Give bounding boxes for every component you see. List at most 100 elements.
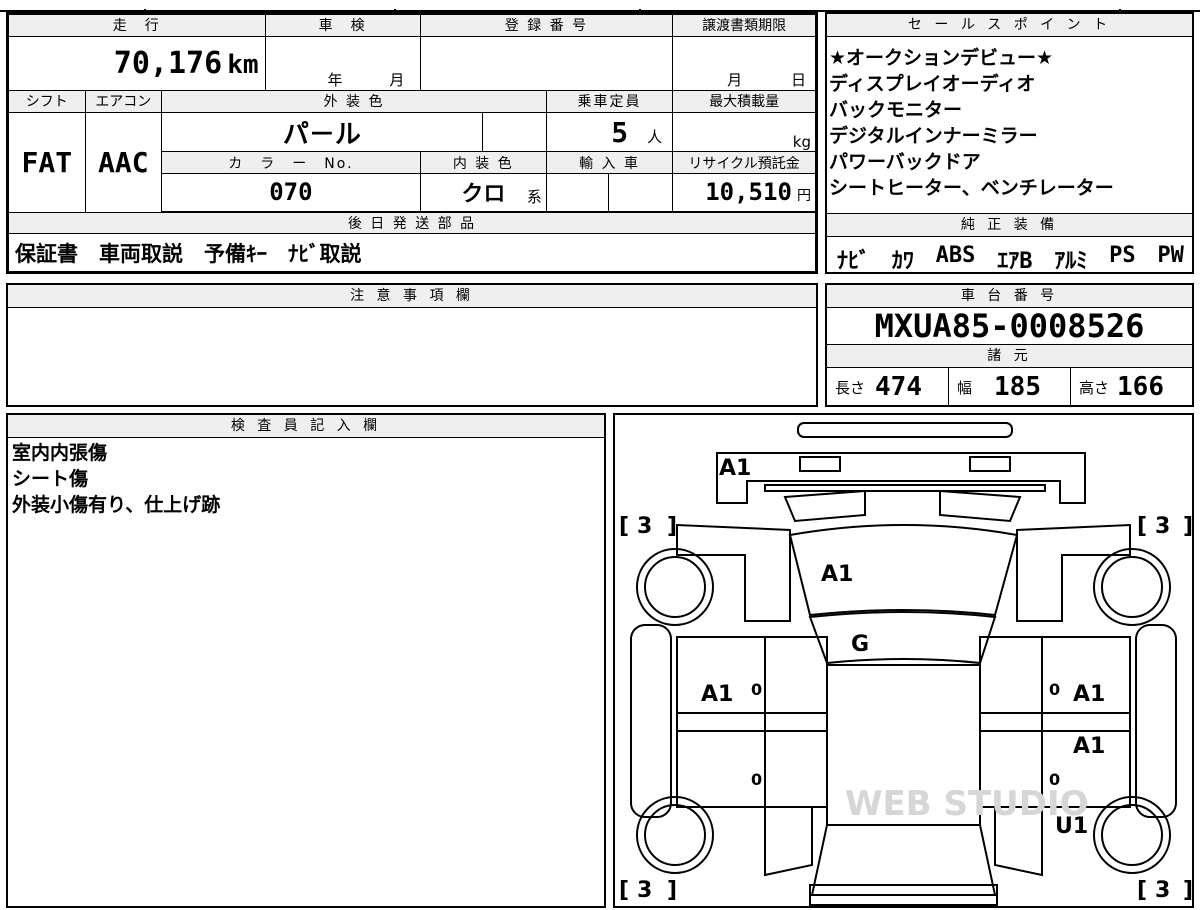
import-cell-b	[607, 173, 674, 212]
equipment-item: ﾅﾋﾞ	[837, 249, 871, 274]
aircon-cell: AAC	[84, 111, 163, 213]
inspector-note-line: 外装小傷有り、仕上げ跡	[12, 494, 221, 516]
mark-right-rear-door: A1	[1073, 734, 1105, 759]
tire-tread-rr: 3	[1155, 878, 1170, 903]
registration-header: 登 録 番 号	[419, 14, 674, 37]
interior-color-cell: クロ 系	[419, 173, 547, 212]
spec-height: 高さ 166	[1071, 368, 1192, 406]
tire-tread-fl: 3	[637, 514, 652, 539]
shift-cell: FAT	[8, 111, 86, 213]
spec-length-label: 長さ	[835, 378, 866, 397]
sales-point-item: ディスプレイオーディオ	[829, 73, 1036, 95]
chassis-panel: 車 台 番 号 MXUA85-0008526 諸 元 長さ 474 幅 185 …	[825, 283, 1194, 407]
specs-header: 諸 元	[827, 345, 1192, 368]
genuine-equipment-list: ﾅﾋﾞ ｶﾜ ABS ｴｱB ｱﾙﾐ PS PW	[827, 237, 1192, 275]
specs-row: 長さ 474 幅 185 高さ 166	[827, 368, 1192, 406]
tire-bracket-fr: [	[1137, 514, 1147, 539]
aircon-value: AAC	[98, 145, 149, 179]
mark-front-bumper: A1	[719, 456, 751, 481]
genuine-equipment-header: 純 正 装 備	[827, 213, 1192, 237]
tire-bracket-rl-close: ]	[667, 878, 677, 903]
mark-hood: A1	[821, 562, 853, 587]
car-diagram-panel: [ 3 ] [ 3 ] [ 3 ] [ 3 ] A1 A1 G A1 A1 A1…	[613, 413, 1194, 908]
sales-points-panel: セ ー ル ス ポ イ ン ト ★オークションデビュー★ ディスプレイオーディオバ…	[825, 12, 1194, 274]
exterior-color-extra-cell	[481, 111, 547, 153]
transfer-cell: 月 日	[672, 35, 816, 91]
mark-windshield: G	[851, 632, 869, 657]
chassis-number-header: 車 台 番 号	[827, 285, 1192, 308]
sales-point-item: シートヒーター、ベンチレーター	[829, 177, 1114, 199]
tire-tread-rl: 3	[637, 878, 652, 903]
spec-height-value: 166	[1117, 372, 1164, 402]
capacity-value: 5	[611, 115, 629, 149]
tire-bracket-rl: [	[619, 878, 629, 903]
aircon-header: エアコン	[84, 89, 163, 113]
top-strip	[0, 0, 1200, 15]
interior-color-suffix: 系	[526, 187, 542, 206]
tire-bracket-rr-close: ]	[1183, 878, 1192, 903]
transfer-month-label: 月	[727, 70, 743, 89]
mileage-header: 走 行	[8, 14, 266, 37]
sales-point-item: デジタルインナーミラー	[829, 125, 1038, 147]
interior-color-value: クロ	[461, 182, 506, 208]
equipment-item: ｱﾙﾐ	[1054, 249, 1088, 274]
notes-panel: 注 意 事 項 欄	[6, 283, 818, 407]
chassis-number-value: MXUA85-0008526	[827, 308, 1192, 345]
spec-width-value: 185	[994, 372, 1041, 402]
shift-header: シフト	[8, 89, 86, 113]
later-parts-header: 後 日 発 送 部 品	[8, 211, 816, 235]
equipment-item: ｶﾜ	[891, 249, 914, 274]
capacity-header: 乗車定員	[545, 89, 674, 113]
car-diagram: [ 3 ] [ 3 ] [ 3 ] [ 3 ] A1 A1 G A1 A1 A1…	[619, 422, 1193, 906]
equipment-item: PS	[1109, 243, 1136, 268]
later-parts-value: 保証書 車両取説 予備ｷｰ ﾅﾋﾞ取説	[15, 241, 362, 266]
recycle-header: リサイクル預託金	[672, 151, 816, 175]
recycle-value: 10,510	[705, 178, 792, 207]
recycle-unit: 円	[797, 188, 811, 205]
tire-bracket-fl: [	[619, 514, 629, 539]
shaken-header: 車 検	[264, 14, 421, 37]
mileage-value: 70,176	[113, 45, 223, 81]
transfer-deadline-header: 譲渡書類期限	[672, 14, 816, 37]
tire-bracket-fl-close: ]	[667, 514, 677, 539]
info-grid: 走 行 車 検 登 録 番 号 譲渡書類期限 70,176 km 年 月 月 日…	[8, 14, 816, 272]
import-cell-a	[545, 173, 609, 212]
tire-bracket-fr-close: ]	[1183, 514, 1192, 539]
equipment-item: PW	[1157, 243, 1184, 268]
mark-right-front-door: A1	[1073, 682, 1105, 707]
spec-width: 幅 185	[949, 368, 1071, 406]
zero-mark-left-rear: 0	[751, 770, 762, 789]
shaken-month-label: 月	[389, 70, 405, 89]
spec-length: 長さ 474	[827, 368, 949, 406]
color-no-cell: 070	[161, 173, 421, 212]
tire-bracket-rr: [	[1137, 878, 1147, 903]
spec-length-value: 474	[875, 372, 922, 402]
equipment-item: ABS	[935, 243, 976, 268]
transfer-day-label: 日	[790, 70, 806, 89]
spec-width-label: 幅	[957, 378, 973, 397]
shift-value: FAT	[21, 145, 73, 179]
vehicle-info-table: 走 行 車 検 登 録 番 号 譲渡書類期限 70,176 km 年 月 月 日…	[6, 12, 818, 274]
inspector-note-line: シート傷	[12, 468, 89, 490]
sales-point-item: ★オークションデビュー★	[829, 47, 1054, 69]
sales-points-header: セ ー ル ス ポ イ ン ト	[827, 14, 1192, 37]
notes-header: 注 意 事 項 欄	[8, 285, 816, 308]
registration-cell	[419, 35, 674, 91]
max-load-header: 最大積載量	[672, 89, 816, 113]
exterior-color-cell: パ－ル	[161, 111, 483, 153]
tire-tread-fr: 3	[1155, 514, 1170, 539]
mark-left-front-door: A1	[701, 682, 733, 707]
color-no-value: 070	[269, 178, 313, 207]
exterior-color-header: 外 装 色	[161, 89, 547, 113]
sales-points-list: ★オークションデビュー★ ディスプレイオーディオ バックモニターデジタルインナーミラ…	[827, 37, 1192, 213]
zero-mark-right-front: 0	[1049, 680, 1060, 699]
later-parts-cell: 保証書 車両取説 予備ｷｰ ﾅﾋﾞ取説	[8, 233, 816, 272]
sales-point-item: バックモニター	[829, 99, 963, 121]
spec-height-label: 高さ	[1079, 378, 1110, 397]
capacity-cell: 5 人	[545, 111, 674, 153]
zero-mark-left-front: 0	[751, 680, 762, 699]
exterior-color-value: パ－ル	[282, 119, 361, 150]
interior-color-header: 内 装 色	[419, 151, 547, 175]
recycle-cell: 10,510 円	[672, 173, 816, 212]
mileage-unit: km	[227, 49, 259, 80]
